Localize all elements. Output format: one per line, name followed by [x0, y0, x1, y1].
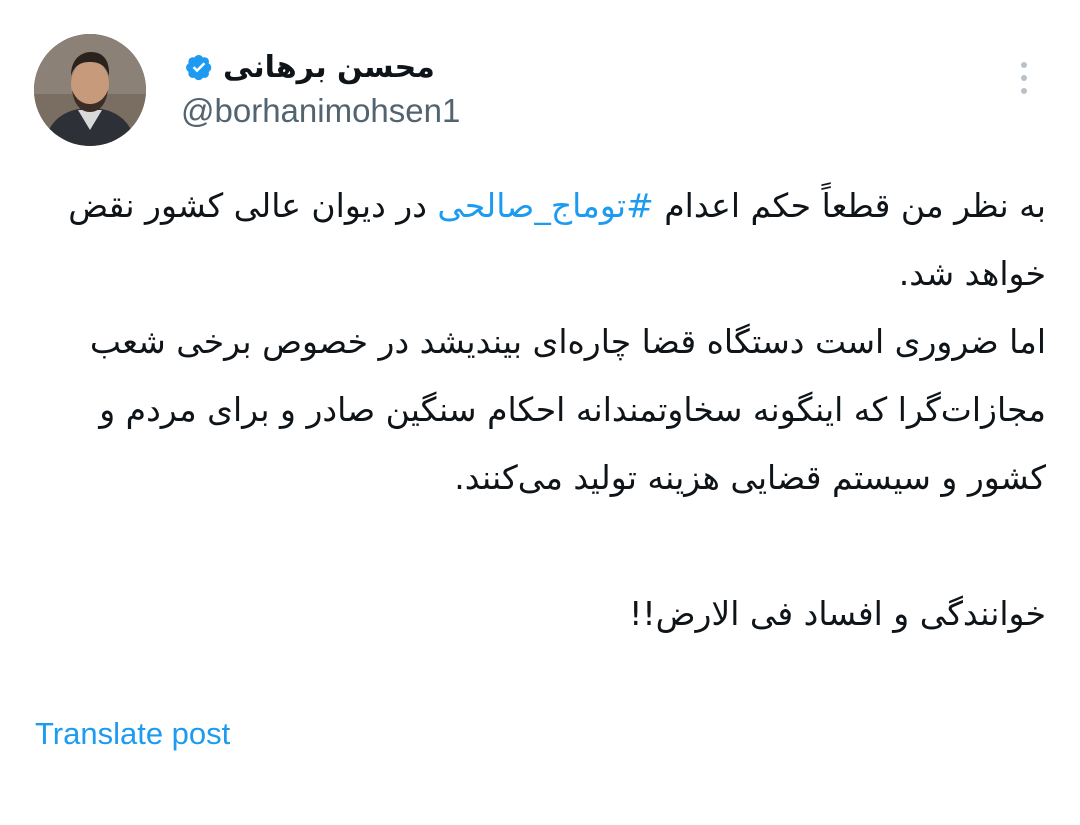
more-vertical-icon: [1021, 62, 1027, 68]
more-vertical-icon-dot: [1021, 88, 1027, 94]
avatar[interactable]: [34, 34, 146, 146]
author-row: محسن برهانی: [185, 40, 435, 94]
more-vertical-icon-dot: [1021, 75, 1027, 81]
avatar-photo: [34, 34, 146, 146]
translate-post-link[interactable]: Translate post: [35, 716, 230, 752]
verified-badge-icon: [186, 55, 212, 81]
post-text-part: به نظر من قطعاً حکم اعدام: [653, 186, 1046, 225]
post-paragraph-3: خوانندگی و افساد فی الارض!!: [629, 594, 1046, 633]
post-text: به نظر من قطعاً حکم اعدام #توماج_صالحی د…: [36, 172, 1046, 648]
author-display-name[interactable]: محسن برهانی: [223, 50, 435, 85]
post-paragraph-2: اما ضروری است دستگاه قضا چاره‌ای بیندیشد…: [89, 322, 1046, 497]
author-handle[interactable]: @borhanimohsen1: [181, 92, 460, 130]
hashtag-link[interactable]: #توماج_صالحی: [437, 186, 653, 225]
post-paragraph-1: به نظر من قطعاً حکم اعدام #توماج_صالحی د…: [36, 172, 1046, 308]
more-options-button[interactable]: [1006, 56, 1042, 100]
